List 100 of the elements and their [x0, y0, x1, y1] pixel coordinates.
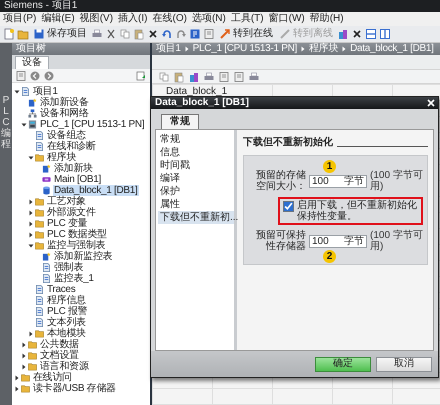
tree-item[interactable]: 设备组态: [46, 130, 87, 141]
tree-item[interactable]: 在线和诊断: [46, 141, 97, 152]
print-icon[interactable]: [203, 70, 215, 82]
tree-item[interactable]: 语言和资源: [39, 361, 90, 372]
tree-item[interactable]: 工艺对象: [46, 196, 87, 207]
expand-arrow-icon[interactable]: [28, 232, 34, 238]
tree-item[interactable]: 设备和网络: [39, 108, 90, 119]
tree-item[interactable]: Data_block_1 [DB1]: [53, 185, 139, 196]
breadcrumb-item[interactable]: PLC_1 [CPU 1513-1 PN]: [192, 43, 297, 55]
cut-icon[interactable]: [105, 28, 117, 40]
collapse-arrow-icon[interactable]: [21, 122, 27, 128]
tree-item[interactable]: 强制表: [53, 262, 84, 273]
tree-item[interactable]: 外部源文件: [46, 207, 97, 218]
expand-arrow-icon[interactable]: [21, 352, 27, 358]
expand-arrow-icon[interactable]: [28, 220, 34, 226]
menu-item[interactable]: 项目(P): [3, 13, 36, 25]
tree-item[interactable]: PLC 变量: [46, 218, 88, 229]
menu-item[interactable]: 选项(N): [192, 13, 226, 25]
tree-item[interactable]: 程序信息: [46, 295, 87, 306]
expand-arrow-icon[interactable]: [14, 386, 20, 392]
delete-icon[interactable]: [147, 28, 159, 40]
tree-item[interactable]: 读卡器/USB 存储器: [32, 383, 117, 394]
tree-item[interactable]: 添加新块: [53, 163, 94, 174]
panel-icon[interactable]: [203, 28, 215, 40]
expand-arrow-icon[interactable]: [28, 198, 34, 204]
save-project-button[interactable]: 保存项目: [31, 28, 89, 40]
document-icon: [35, 318, 44, 327]
tree-item[interactable]: 添加新设备: [39, 97, 90, 108]
tree-item[interactable]: 本地模块: [46, 328, 87, 339]
online-icon[interactable]: [219, 28, 231, 40]
dialog-tab[interactable]: 常规: [161, 114, 199, 129]
back-icon[interactable]: [29, 70, 41, 82]
window-title: Siemens - 项目1: [4, 0, 78, 12]
breadcrumb-item[interactable]: Data_block_1 [DB1]: [350, 43, 434, 55]
cancel-button[interactable]: 取消: [376, 356, 432, 372]
nav-item[interactable]: 编译: [158, 172, 234, 185]
side-tab[interactable]: PLC 编程: [1, 95, 11, 150]
menu-item[interactable]: 窗口(W): [268, 13, 305, 25]
new-item-icon: [42, 164, 51, 173]
menu-item[interactable]: 视图(V): [80, 13, 114, 25]
menu-item[interactable]: 在线(O): [152, 13, 187, 25]
new-file-icon[interactable]: [3, 28, 15, 40]
tree-item[interactable]: 文本列表: [46, 317, 87, 328]
save-icon[interactable]: [33, 28, 45, 40]
forward-icon[interactable]: [43, 70, 55, 82]
breadcrumb-item[interactable]: 程序块: [308, 43, 338, 55]
tree-item[interactable]: Traces: [46, 284, 76, 295]
split-vertical-icon[interactable]: [379, 28, 391, 40]
go-online-button[interactable]: 转到在线: [217, 28, 275, 40]
breadcrumb-item[interactable]: 项目1: [156, 43, 181, 55]
ok-button[interactable]: 确定: [315, 356, 371, 372]
tree-item[interactable]: 监控与强制表: [46, 240, 106, 251]
open-folder-icon[interactable]: [17, 28, 29, 40]
checkbox[interactable]: [283, 201, 294, 212]
tree-item[interactable]: 程序块: [46, 152, 78, 163]
tree-item[interactable]: 文档设置: [39, 350, 80, 361]
panel-icon[interactable]: [218, 70, 230, 82]
tree-item[interactable]: 公共数据: [39, 339, 80, 350]
input-field[interactable]: 100 字节: [309, 234, 367, 248]
menu-item[interactable]: 编辑(E): [41, 13, 75, 25]
new-item-icon: [42, 252, 51, 261]
tree-item[interactable]: 在线访问: [32, 372, 73, 383]
collapse-arrow-icon[interactable]: [28, 154, 34, 160]
tree-item[interactable]: Main [OB1]: [53, 174, 102, 185]
tree-item[interactable]: 项目1: [32, 86, 59, 97]
panel-icon[interactable]: [233, 70, 245, 82]
nav-item[interactable]: 时间戳: [158, 159, 234, 172]
split-horizontal-icon[interactable]: [365, 28, 377, 40]
print-icon[interactable]: [91, 28, 103, 40]
nav-item[interactable]: 属性: [158, 198, 234, 211]
panel-icon[interactable]: [15, 70, 27, 82]
expand-arrow-icon[interactable]: [28, 330, 34, 336]
menu-item[interactable]: 工具(T): [230, 13, 264, 25]
menu-item[interactable]: 帮助(H): [310, 13, 344, 25]
redo-icon[interactable]: [175, 28, 187, 40]
tree-item[interactable]: PLC_1 [CPU 1513-1 PN]: [39, 119, 146, 130]
input-field[interactable]: 100 字节: [309, 174, 367, 188]
expand-arrow-icon[interactable]: [21, 342, 27, 348]
menu-item[interactable]: 插入(I): [118, 13, 148, 25]
nav-item[interactable]: 常规: [158, 133, 234, 146]
undo-icon[interactable]: [161, 28, 173, 40]
compile-icon[interactable]: [189, 28, 201, 40]
tree-item[interactable]: PLC 数据类型: [46, 229, 108, 240]
nav-item[interactable]: 信息: [158, 146, 234, 159]
panel-tab[interactable]: 设备: [15, 56, 49, 69]
tree-item[interactable]: 监控表_1: [53, 273, 95, 284]
collapse-arrow-icon[interactable]: [28, 242, 34, 248]
delete-icon[interactable]: [351, 28, 363, 40]
expand-arrow-icon[interactable]: [21, 364, 27, 370]
checkbox-label[interactable]: 启用下载，但不重新初始化保持性变量。: [297, 200, 418, 222]
network-icon: [28, 109, 37, 118]
paste-icon[interactable]: [173, 70, 185, 82]
expand-arrow-icon[interactable]: [28, 210, 34, 216]
tree-item[interactable]: PLC 报警: [46, 306, 88, 317]
collapse-arrow-icon[interactable]: [14, 88, 20, 94]
print-icon[interactable]: [248, 70, 260, 82]
close-icon[interactable]: [427, 99, 435, 107]
nav-item[interactable]: 保护: [158, 185, 234, 198]
expand-arrow-icon[interactable]: [14, 374, 20, 380]
tree-item[interactable]: 添加新监控表: [53, 251, 114, 262]
